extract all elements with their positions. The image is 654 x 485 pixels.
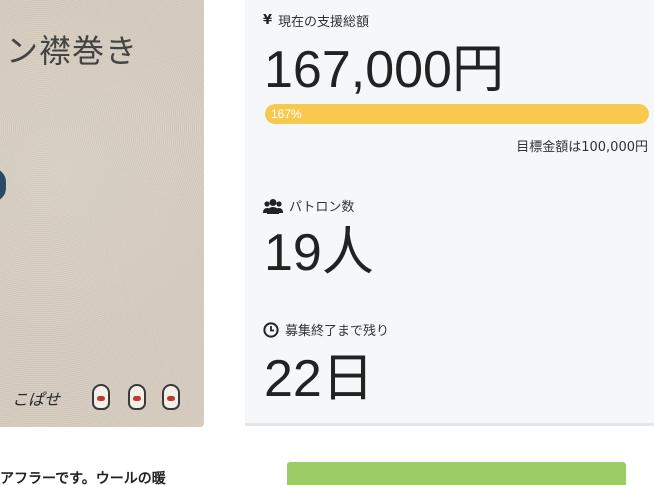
funding-label-row: ¥ 現在の支援総額 [263,11,369,30]
patrons-label-row: パトロン数 [263,196,354,215]
doll-icon [92,384,110,410]
funding-label: 現在の支援総額 [278,15,370,30]
funding-progress-fill: 167% [265,104,649,124]
project-stats-card: ¥ 現在の支援総額 167,000円 167% 目標金額は100,000円 パト… [245,0,654,426]
funding-progress-bar: 167% [265,104,649,124]
goal-amount: 目標金額は100,000円 [516,140,648,155]
image-caption: ン襟巻き [6,32,139,70]
remaining-label-row: 募集終了まで残り [263,320,389,339]
users-icon [263,198,283,214]
yen-icon: ¥ [263,13,273,28]
remaining-label: 募集終了まで残り [285,324,390,339]
remaining-days: 22日 [264,350,374,408]
funding-amount: 167,000円 [264,41,504,99]
doll-icon [128,384,146,410]
project-description: アフラーです。ウールの暖 [0,471,166,485]
funding-progress-label: 167% [271,107,302,121]
scarf-graphic [0,168,6,202]
patrons-label: パトロン数 [289,200,355,215]
support-button[interactable] [287,462,626,485]
product-image: ン襟巻き こぱせ [0,0,204,427]
brand-logo-text: こぱせ [12,390,61,409]
clock-icon [263,321,279,338]
patrons-count: 19人 [264,224,374,282]
brand-logo: こぱせ [12,380,192,414]
doll-icon [162,384,180,410]
